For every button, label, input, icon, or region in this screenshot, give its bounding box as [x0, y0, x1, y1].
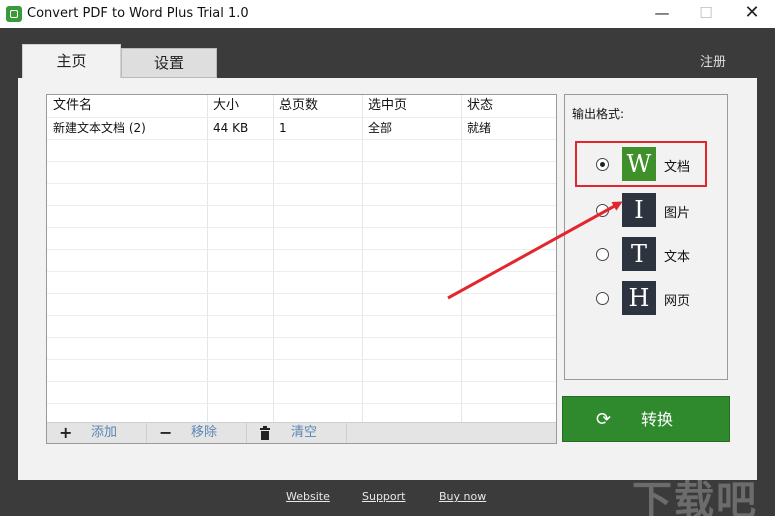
minimize-button[interactable]: — [640, 2, 684, 26]
column-header-filename[interactable]: 文件名 [47, 95, 207, 117]
image-label: 图片 [664, 206, 691, 221]
column-header-selected-pages[interactable]: 选中页 [362, 95, 461, 117]
table-header: 文件名 大小 总页数 选中页 状态 [47, 95, 556, 117]
status-cell: 就绪 [467, 121, 492, 135]
website-link[interactable]: Website [286, 490, 330, 503]
image-radio[interactable] [596, 204, 609, 217]
home-panel: 文件名 大小 总页数 选中页 状态 新建文本文档 (2) 44 KB 1 全部 … [18, 78, 757, 480]
clear-button[interactable]: 清空 [247, 423, 347, 443]
output-format-title: 输出格式: [572, 107, 625, 121]
remove-button[interactable]: − 移除 [147, 423, 247, 443]
table-row[interactable]: 新建文本文档 (2) 44 KB 1 全部 就绪 [47, 117, 556, 139]
file-name-cell: 新建文本文档 (2) [53, 121, 146, 135]
html-label: 网页 [664, 294, 691, 309]
file-size-cell: 44 KB [213, 121, 249, 135]
html-radio[interactable] [596, 292, 609, 305]
trash-icon [259, 423, 271, 445]
highlight-box [575, 141, 707, 187]
title-bar: Convert PDF to Word Plus Trial 1.0 — ☐ ✕ [0, 0, 775, 28]
refresh-icon: ⟳ [596, 409, 612, 430]
file-table: 文件名 大小 总页数 选中页 状态 新建文本文档 (2) 44 KB 1 全部 … [47, 95, 556, 423]
convert-label: 转换 [641, 410, 674, 429]
column-header-status[interactable]: 状态 [461, 95, 556, 117]
app-icon [6, 6, 22, 22]
column-header-size[interactable]: 大小 [207, 95, 273, 117]
format-option-html[interactable]: H 网页 [565, 279, 725, 319]
format-option-image[interactable]: I 图片 [565, 191, 725, 231]
file-toolbar: + 添加 − 移除 清空 [47, 422, 556, 443]
watermark: 下载吧 [632, 478, 758, 524]
output-format-group: 输出格式: W 文档 I 图片 T 文本 H 网页 [564, 94, 728, 380]
selected-pages-cell[interactable]: 全部 [362, 117, 461, 139]
page-count-cell: 1 [279, 121, 287, 135]
text-icon: T [622, 237, 656, 271]
convert-button[interactable]: ⟳ 转换 [562, 396, 730, 442]
image-icon: I [622, 193, 656, 227]
text-label: 文本 [664, 250, 691, 265]
register-link[interactable]: 注册 [700, 51, 726, 70]
format-option-text[interactable]: T 文本 [565, 235, 725, 275]
buy-now-link[interactable]: Buy now [439, 490, 486, 503]
plus-icon: + [59, 423, 73, 442]
support-link[interactable]: Support [362, 490, 405, 503]
main-window: 主页 设置 注册 文件名 大小 总页数 选中页 状态 新建文本文档 (2) 44… [0, 28, 775, 524]
tab-settings[interactable]: 设置 [121, 48, 217, 78]
maximize-button[interactable]: ☐ [684, 2, 728, 26]
text-radio[interactable] [596, 248, 609, 261]
tab-home[interactable]: 主页 [22, 44, 121, 78]
html-icon: H [622, 281, 656, 315]
add-label: 添加 [91, 425, 118, 440]
file-list: 文件名 大小 总页数 选中页 状态 新建文本文档 (2) 44 KB 1 全部 … [46, 94, 557, 444]
clear-label: 清空 [291, 425, 318, 440]
close-button[interactable]: ✕ [730, 2, 774, 26]
window-title: Convert PDF to Word Plus Trial 1.0 [27, 6, 249, 21]
add-button[interactable]: + 添加 [47, 423, 147, 443]
remove-label: 移除 [191, 425, 218, 440]
column-header-pages[interactable]: 总页数 [273, 95, 362, 117]
minus-icon: − [159, 423, 173, 442]
